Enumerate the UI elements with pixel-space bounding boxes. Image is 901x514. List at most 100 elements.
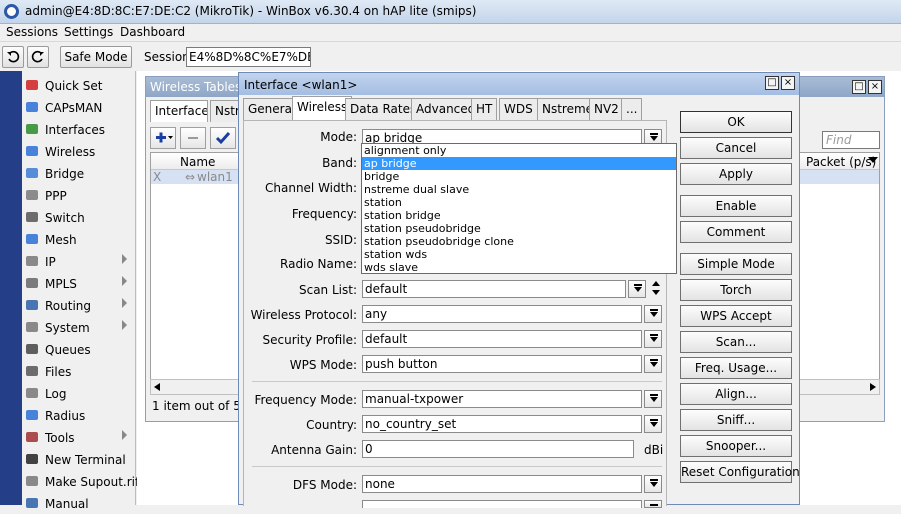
sidebar-item-make-supout-rif[interactable]: Make Supout.rif xyxy=(22,470,139,492)
sidebar-item-wireless[interactable]: Wireless xyxy=(22,140,136,162)
scan-list-updown-icon[interactable] xyxy=(650,280,662,298)
column-packet[interactable]: Packet (p/s) xyxy=(806,155,876,169)
scan-list-dropdown-button[interactable] xyxy=(628,280,646,298)
sidebar-item-interfaces[interactable]: Interfaces xyxy=(22,118,136,140)
cancel-button[interactable]: Cancel xyxy=(680,137,792,159)
sidebar-item-switch[interactable]: Switch xyxy=(22,206,136,228)
enable-button[interactable]: Enable xyxy=(680,195,792,217)
comment-button[interactable]: Comment xyxy=(680,221,792,243)
snooper-button[interactable]: Snooper... xyxy=(680,435,792,457)
sidebar-item-log[interactable]: Log xyxy=(22,382,136,404)
winbox-app-icon xyxy=(4,4,19,19)
sidebar-item-mpls[interactable]: MPLS xyxy=(22,272,136,294)
security-profile-dropdown-button[interactable] xyxy=(644,330,662,348)
tab-more[interactable]: ... xyxy=(621,98,643,120)
simple-mode-button[interactable]: Simple Mode xyxy=(680,253,792,275)
antenna-gain-unit: dBi xyxy=(644,443,664,457)
sidebar-item-system[interactable]: System xyxy=(22,316,136,338)
tab-wireless[interactable]: Wireless xyxy=(292,96,353,120)
scroll-left-icon[interactable] xyxy=(154,383,160,391)
tab-wds[interactable]: WDS xyxy=(499,98,538,120)
mode-option[interactable]: station pseudobridge xyxy=(362,222,676,235)
wps-mode-select[interactable]: push button xyxy=(362,355,642,373)
menu-sessions[interactable]: Sessions xyxy=(6,25,58,39)
ok-button[interactable]: OK xyxy=(680,111,792,133)
close-button[interactable]: × xyxy=(868,80,882,94)
sidebar-item-radius[interactable]: Radius xyxy=(22,404,136,426)
window-titlebar: admin@E4:8D:8C:E7:DE:C2 (MikroTik) - Win… xyxy=(0,0,901,24)
sidebar-item-queues[interactable]: Queues xyxy=(22,338,136,360)
column-name[interactable]: Name xyxy=(180,155,215,169)
country-dropdown-button[interactable] xyxy=(644,415,662,433)
tab-nv2[interactable]: NV2 xyxy=(589,98,624,120)
country-select[interactable]: no_country_set xyxy=(362,415,642,433)
sidebar-item-routing[interactable]: Routing xyxy=(22,294,136,316)
mode-option[interactable]: bridge xyxy=(362,170,676,183)
sidebar-item-mesh[interactable]: Mesh xyxy=(22,228,136,250)
frequency-mode-dropdown-button[interactable] xyxy=(644,390,662,408)
dfs-mode-select[interactable]: none xyxy=(362,475,642,493)
menu-dashboard[interactable]: Dashboard xyxy=(120,25,185,39)
sidebar-item-files[interactable]: Files xyxy=(22,360,136,382)
sidebar-item-bridge[interactable]: Bridge xyxy=(22,162,136,184)
tab-interfaces[interactable]: Interfaces xyxy=(150,100,208,122)
sniff-button[interactable]: Sniff... xyxy=(680,409,792,431)
scan-list-label: Scan List: xyxy=(298,283,357,297)
column-menu-icon[interactable] xyxy=(868,157,878,163)
mode-dropdown-list: alignment only ap bridge bridge nstreme dua… xyxy=(361,143,677,274)
wps-accept-button[interactable]: WPS Accept xyxy=(680,305,792,327)
wireless-protocol-dropdown-button[interactable] xyxy=(644,305,662,323)
dialog-close-button[interactable]: × xyxy=(781,76,795,90)
sidebar-item-quick-set[interactable]: Quick Set xyxy=(22,74,136,96)
wireless-protocol-select[interactable]: any xyxy=(362,305,642,323)
apply-button[interactable]: Apply xyxy=(680,163,792,185)
sidebar-item-new-terminal[interactable]: New Terminal xyxy=(22,448,136,470)
reset-configuration-button[interactable]: Reset Configuration xyxy=(680,461,800,483)
wireless-icon xyxy=(25,144,40,158)
wmm-support-dropdown-button[interactable] xyxy=(644,500,662,508)
safe-mode-button[interactable]: Safe Mode xyxy=(60,46,132,68)
mode-option[interactable]: nstreme dual slave xyxy=(362,183,676,196)
sidebar-item-ppp[interactable]: PPP xyxy=(22,184,136,206)
sidebar-item-label: CAPsMAN xyxy=(45,101,103,115)
dialog-titlebar[interactable]: Interface <wlan1> □ × xyxy=(239,73,799,95)
add-button[interactable] xyxy=(150,127,176,149)
remove-button[interactable] xyxy=(180,127,206,149)
mode-option[interactable]: station bridge xyxy=(362,209,676,222)
menu-settings[interactable]: Settings xyxy=(64,25,113,39)
sidebar-item-manual[interactable]: Manual xyxy=(22,492,136,514)
wps-mode-dropdown-button[interactable] xyxy=(644,355,662,373)
tab-advanced[interactable]: Advanced xyxy=(411,98,481,120)
sidebar-item-label: Files xyxy=(45,365,72,379)
security-profile-select[interactable]: default xyxy=(362,330,642,348)
dfs-mode-dropdown-button[interactable] xyxy=(644,475,662,493)
freq-usage-button[interactable]: Freq. Usage... xyxy=(680,357,792,379)
wmm-support-select[interactable] xyxy=(362,500,642,508)
tab-ht[interactable]: HT xyxy=(471,98,498,120)
scan-button[interactable]: Scan... xyxy=(680,331,792,353)
mode-option[interactable]: ap bridge xyxy=(362,157,676,170)
align-button[interactable]: Align... xyxy=(680,383,792,405)
mode-option[interactable]: station xyxy=(362,196,676,209)
tab-data-rates[interactable]: Data Rates xyxy=(345,98,422,120)
sidebar-item-tools[interactable]: Tools xyxy=(22,426,136,448)
tab-nstreme[interactable]: Nstre xyxy=(210,100,240,122)
enable-button[interactable] xyxy=(210,127,236,149)
mode-option[interactable]: wds slave xyxy=(362,261,676,274)
frequency-mode-select[interactable]: manual-txpower xyxy=(362,390,642,408)
mode-option[interactable]: alignment only xyxy=(362,144,676,157)
torch-button[interactable]: Torch xyxy=(680,279,792,301)
mode-option[interactable]: station wds xyxy=(362,248,676,261)
sidebar-item-ip[interactable]: IP xyxy=(22,250,136,272)
scroll-right-icon[interactable] xyxy=(870,383,876,391)
redo-button[interactable] xyxy=(27,46,49,68)
sidebar-item-capsman[interactable]: CAPsMAN xyxy=(22,96,136,118)
undo-button[interactable] xyxy=(2,46,24,68)
scan-list-select[interactable]: default xyxy=(362,280,626,298)
mode-option[interactable]: station pseudobridge clone xyxy=(362,235,676,248)
dialog-maximize-button[interactable]: □ xyxy=(765,76,779,90)
antenna-gain-input[interactable]: 0 xyxy=(362,440,634,458)
find-input[interactable]: Find xyxy=(822,131,880,149)
maximize-button[interactable]: □ xyxy=(852,80,866,94)
session-field[interactable]: E4%8D%8C%E7%DE%C2 xyxy=(186,47,311,67)
